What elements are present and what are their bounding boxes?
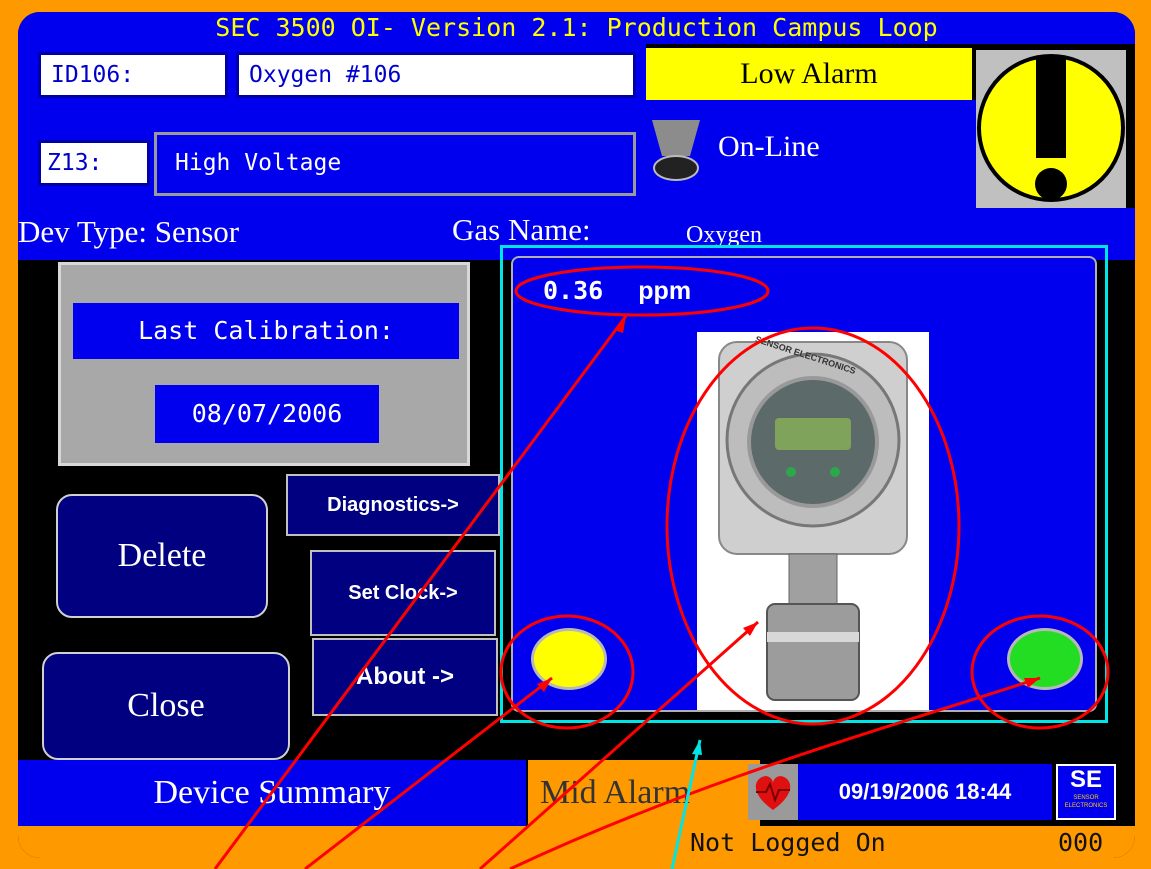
- delete-button[interactable]: Delete: [56, 494, 268, 618]
- gas-name-label: Gas Name:: [452, 212, 591, 247]
- set-clock-button[interactable]: Set Clock->: [310, 550, 496, 636]
- connection-status: On-Line: [718, 130, 820, 163]
- device-screen: SEC 3500 OI- Version 2.1: Production Cam…: [18, 12, 1135, 858]
- clock-display: 09/19/2006 18:44: [798, 764, 1052, 820]
- se-logo: SE SENSOR ELECTRONICS: [1056, 764, 1116, 820]
- header-panel: ID106: Oxygen #106 Z13: High Voltage: [18, 44, 646, 208]
- footer-strip: Not Logged On 000: [18, 826, 1135, 858]
- logo-subtext: SENSOR ELECTRONICS: [1064, 795, 1108, 809]
- calibration-label: Last Calibration:: [73, 303, 459, 359]
- gas-reading: 0.36 ppm: [543, 276, 691, 306]
- calibration-panel: Last Calibration: 08/07/2006: [58, 262, 470, 466]
- sensor-detail-inner: 0.36 ppm SENSOR ELECTRONICS: [511, 256, 1097, 712]
- screen-name: Device Summary: [18, 760, 526, 826]
- about-button[interactable]: About ->: [312, 638, 498, 716]
- sensor-photo: SENSOR ELECTRONICS: [697, 332, 929, 710]
- reading-value: 0.36: [543, 276, 604, 305]
- status-led-green: [1007, 628, 1083, 690]
- zone-id-label: Z13:: [38, 140, 150, 186]
- calibration-date: 08/07/2006: [155, 385, 379, 443]
- alarm-indicator: [976, 50, 1126, 208]
- device-type: Dev Type: Sensor: [18, 214, 240, 249]
- device-frame: SEC 3500 OI- Version 2.1: Production Cam…: [0, 0, 1151, 869]
- exclamation-icon: [977, 54, 1125, 202]
- gas-sensor-image: [718, 341, 908, 701]
- reading-unit: ppm: [638, 277, 692, 305]
- alarm-summary: Mid Alarm: [528, 760, 760, 826]
- login-status: Not Logged On: [690, 828, 886, 857]
- sensor-detail-panel: 0.36 ppm SENSOR ELECTRONICS: [500, 245, 1108, 723]
- heartbeat-icon: [755, 776, 791, 810]
- status-code: 000: [1058, 828, 1104, 857]
- heartbeat-indicator: [748, 764, 798, 820]
- beacon-icon: [652, 120, 700, 181]
- status-led-yellow: [531, 628, 607, 690]
- logo-text: SE: [1069, 766, 1102, 793]
- zone-name-field[interactable]: High Voltage: [154, 132, 636, 196]
- close-button[interactable]: Close: [42, 652, 290, 760]
- diagnostics-button[interactable]: Diagnostics->: [286, 474, 500, 536]
- window-title: SEC 3500 OI- Version 2.1: Production Cam…: [18, 12, 1135, 44]
- device-name-field[interactable]: Oxygen #106: [236, 52, 636, 98]
- alarm-status: Low Alarm: [646, 48, 972, 100]
- device-id-label: ID106:: [38, 52, 228, 98]
